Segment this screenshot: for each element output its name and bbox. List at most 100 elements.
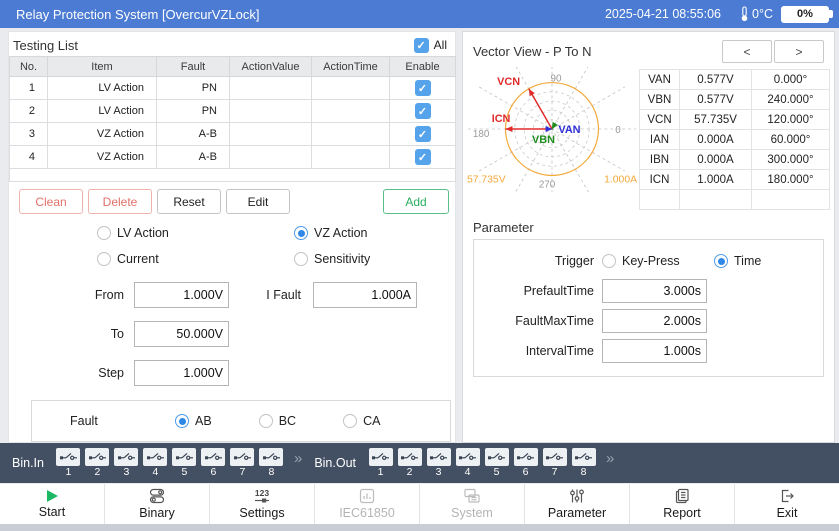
faultmaxtime-input[interactable] (602, 309, 707, 333)
radio-vz-action[interactable]: VZ Action (294, 226, 368, 240)
bin-in-label: Bin.In (12, 456, 44, 470)
radio-fault-ab[interactable]: AB (175, 414, 212, 428)
switch-icon (455, 448, 480, 466)
vector-label-ICN: ICN (492, 113, 511, 125)
sliders-icon (570, 489, 584, 503)
radio-fault-ca[interactable]: CA (343, 414, 380, 428)
parameter-section-title: Parameter (473, 220, 534, 235)
delete-button[interactable]: Delete (88, 189, 152, 214)
vector-label-VBN: VBN (532, 134, 555, 146)
switch-icon (542, 448, 567, 466)
phasor-row: ICN 1.000A 180.000° (639, 169, 830, 190)
from-input[interactable] (134, 282, 229, 308)
row-enable-checkbox[interactable]: ✓ (414, 126, 431, 142)
switch-icon (484, 448, 509, 466)
bin-in-channel: 1 (54, 448, 83, 478)
start-button[interactable]: Start (0, 484, 105, 524)
faultmaxtime-label: FaultMaxTime (515, 314, 594, 328)
switch-icon (571, 448, 596, 466)
radio-trigger-time[interactable]: Time (714, 254, 761, 268)
exit-button[interactable]: Exit (735, 484, 839, 524)
row-enable-checkbox[interactable]: ✓ (414, 103, 431, 119)
switch-icon (397, 448, 422, 466)
table-empty-row (9, 168, 456, 182)
report-icon (675, 488, 689, 504)
clock: 2025-04-21 08:55:06 (604, 7, 722, 21)
testing-list-title: Testing List (13, 37, 79, 53)
clean-button[interactable]: Clean (19, 189, 83, 214)
select-all-control[interactable]: ✓ All (413, 37, 447, 53)
bin-out-channel: 7 (540, 448, 569, 478)
parameter-button[interactable]: Parameter (525, 484, 630, 524)
prev-button[interactable]: < (722, 40, 772, 63)
bottom-toolbar: Start Binary 123 Settings IEC61850 Syste… (0, 484, 839, 524)
vector-panel: Vector View - P To N < > 90 0 180 270 57… (462, 31, 835, 443)
radio-circle-selected[interactable] (714, 254, 728, 268)
prefaulttime-input[interactable] (602, 279, 707, 303)
bin-out-channel: 3 (424, 448, 453, 478)
edit-button[interactable]: Edit (226, 189, 290, 214)
temperature-indicator: 0°C (739, 6, 773, 22)
radio-circle[interactable] (97, 252, 111, 266)
bin-in-channel: 4 (141, 448, 170, 478)
radio-fault-bc[interactable]: BC (258, 414, 296, 428)
bottom-strip (0, 524, 839, 531)
thermometer-icon (741, 6, 748, 22)
intervaltime-input[interactable] (602, 339, 707, 363)
step-input[interactable] (134, 360, 229, 386)
radio-sensitivity[interactable]: Sensitivity (294, 252, 370, 266)
bin-out-channel: 1 (366, 448, 395, 478)
switch-icon (85, 448, 110, 466)
parameter-group: Trigger Key-Press Time PrefaultTime 3.00… (473, 239, 824, 377)
col-actiontime: ActionTime (311, 56, 390, 77)
bin-in-channel: 5 (170, 448, 199, 478)
add-button[interactable]: Add (383, 189, 449, 214)
reset-button[interactable]: Reset (157, 189, 221, 214)
ifault-input[interactable] (313, 282, 417, 308)
to-input[interactable] (134, 321, 229, 347)
report-button[interactable]: Report (630, 484, 735, 524)
app-window: Relay Protection System [OvercurVZLock] … (0, 0, 839, 531)
fault-phase-group: Fault AB BC CA (31, 400, 451, 442)
switch-icon (114, 448, 139, 466)
radio-circle[interactable] (97, 226, 111, 240)
select-all-checkbox[interactable]: ✓ (413, 37, 429, 53)
radio-circle-selected[interactable] (175, 414, 189, 428)
radio-circle[interactable] (294, 252, 308, 266)
phasor-empty-row (639, 189, 830, 210)
iec61850-icon (359, 488, 375, 504)
radio-circle[interactable] (602, 254, 616, 268)
radio-circle-selected[interactable] (294, 226, 308, 240)
radio-circle[interactable] (343, 414, 358, 428)
trigger-label: Trigger (554, 254, 594, 268)
bin-in-channel: 3 (112, 448, 141, 478)
testing-list-table: No. Item Fault ActionValue ActionTime En… (9, 56, 456, 182)
table-row[interactable]: 2 LV Action PN ✓ (9, 99, 456, 123)
row-enable-checkbox[interactable]: ✓ (414, 80, 431, 96)
radio-trigger-keypress[interactable]: Key-Press (602, 254, 714, 268)
angle-label-90: 90 (550, 74, 561, 85)
binary-button[interactable]: Binary (105, 484, 210, 524)
row-enable-checkbox[interactable]: ✓ (414, 149, 431, 165)
table-row[interactable]: 3 VZ Action A-B ✓ (9, 122, 456, 146)
to-label: To (110, 327, 124, 341)
angle-label-180: 180 (473, 129, 490, 140)
next-button[interactable]: > (774, 40, 824, 63)
col-item: Item (47, 56, 157, 77)
table-row[interactable]: 1 LV Action PN ✓ (9, 76, 456, 100)
settings-button[interactable]: 123 Settings (210, 484, 315, 524)
testing-panel: Testing List ✓ All No. Item Fault Action… (8, 31, 456, 443)
phasor-row: IBN 0.000A 300.000° (639, 149, 830, 170)
table-row[interactable]: 4 VZ Action A-B ✓ (9, 145, 456, 169)
voltage-scale-label: 57.735V (467, 174, 506, 185)
system-button[interactable]: System (420, 484, 525, 524)
switch-icon (426, 448, 451, 466)
radio-circle[interactable] (258, 414, 273, 428)
settings-123-icon: 123 (255, 488, 269, 503)
bin-out-channel: 8 (569, 448, 598, 478)
radio-current[interactable]: Current (97, 252, 294, 266)
radio-lv-action[interactable]: LV Action (97, 226, 294, 240)
iec61850-button[interactable]: IEC61850 (315, 484, 420, 524)
bin-out-channel: 5 (482, 448, 511, 478)
bin-out-channel: 2 (395, 448, 424, 478)
